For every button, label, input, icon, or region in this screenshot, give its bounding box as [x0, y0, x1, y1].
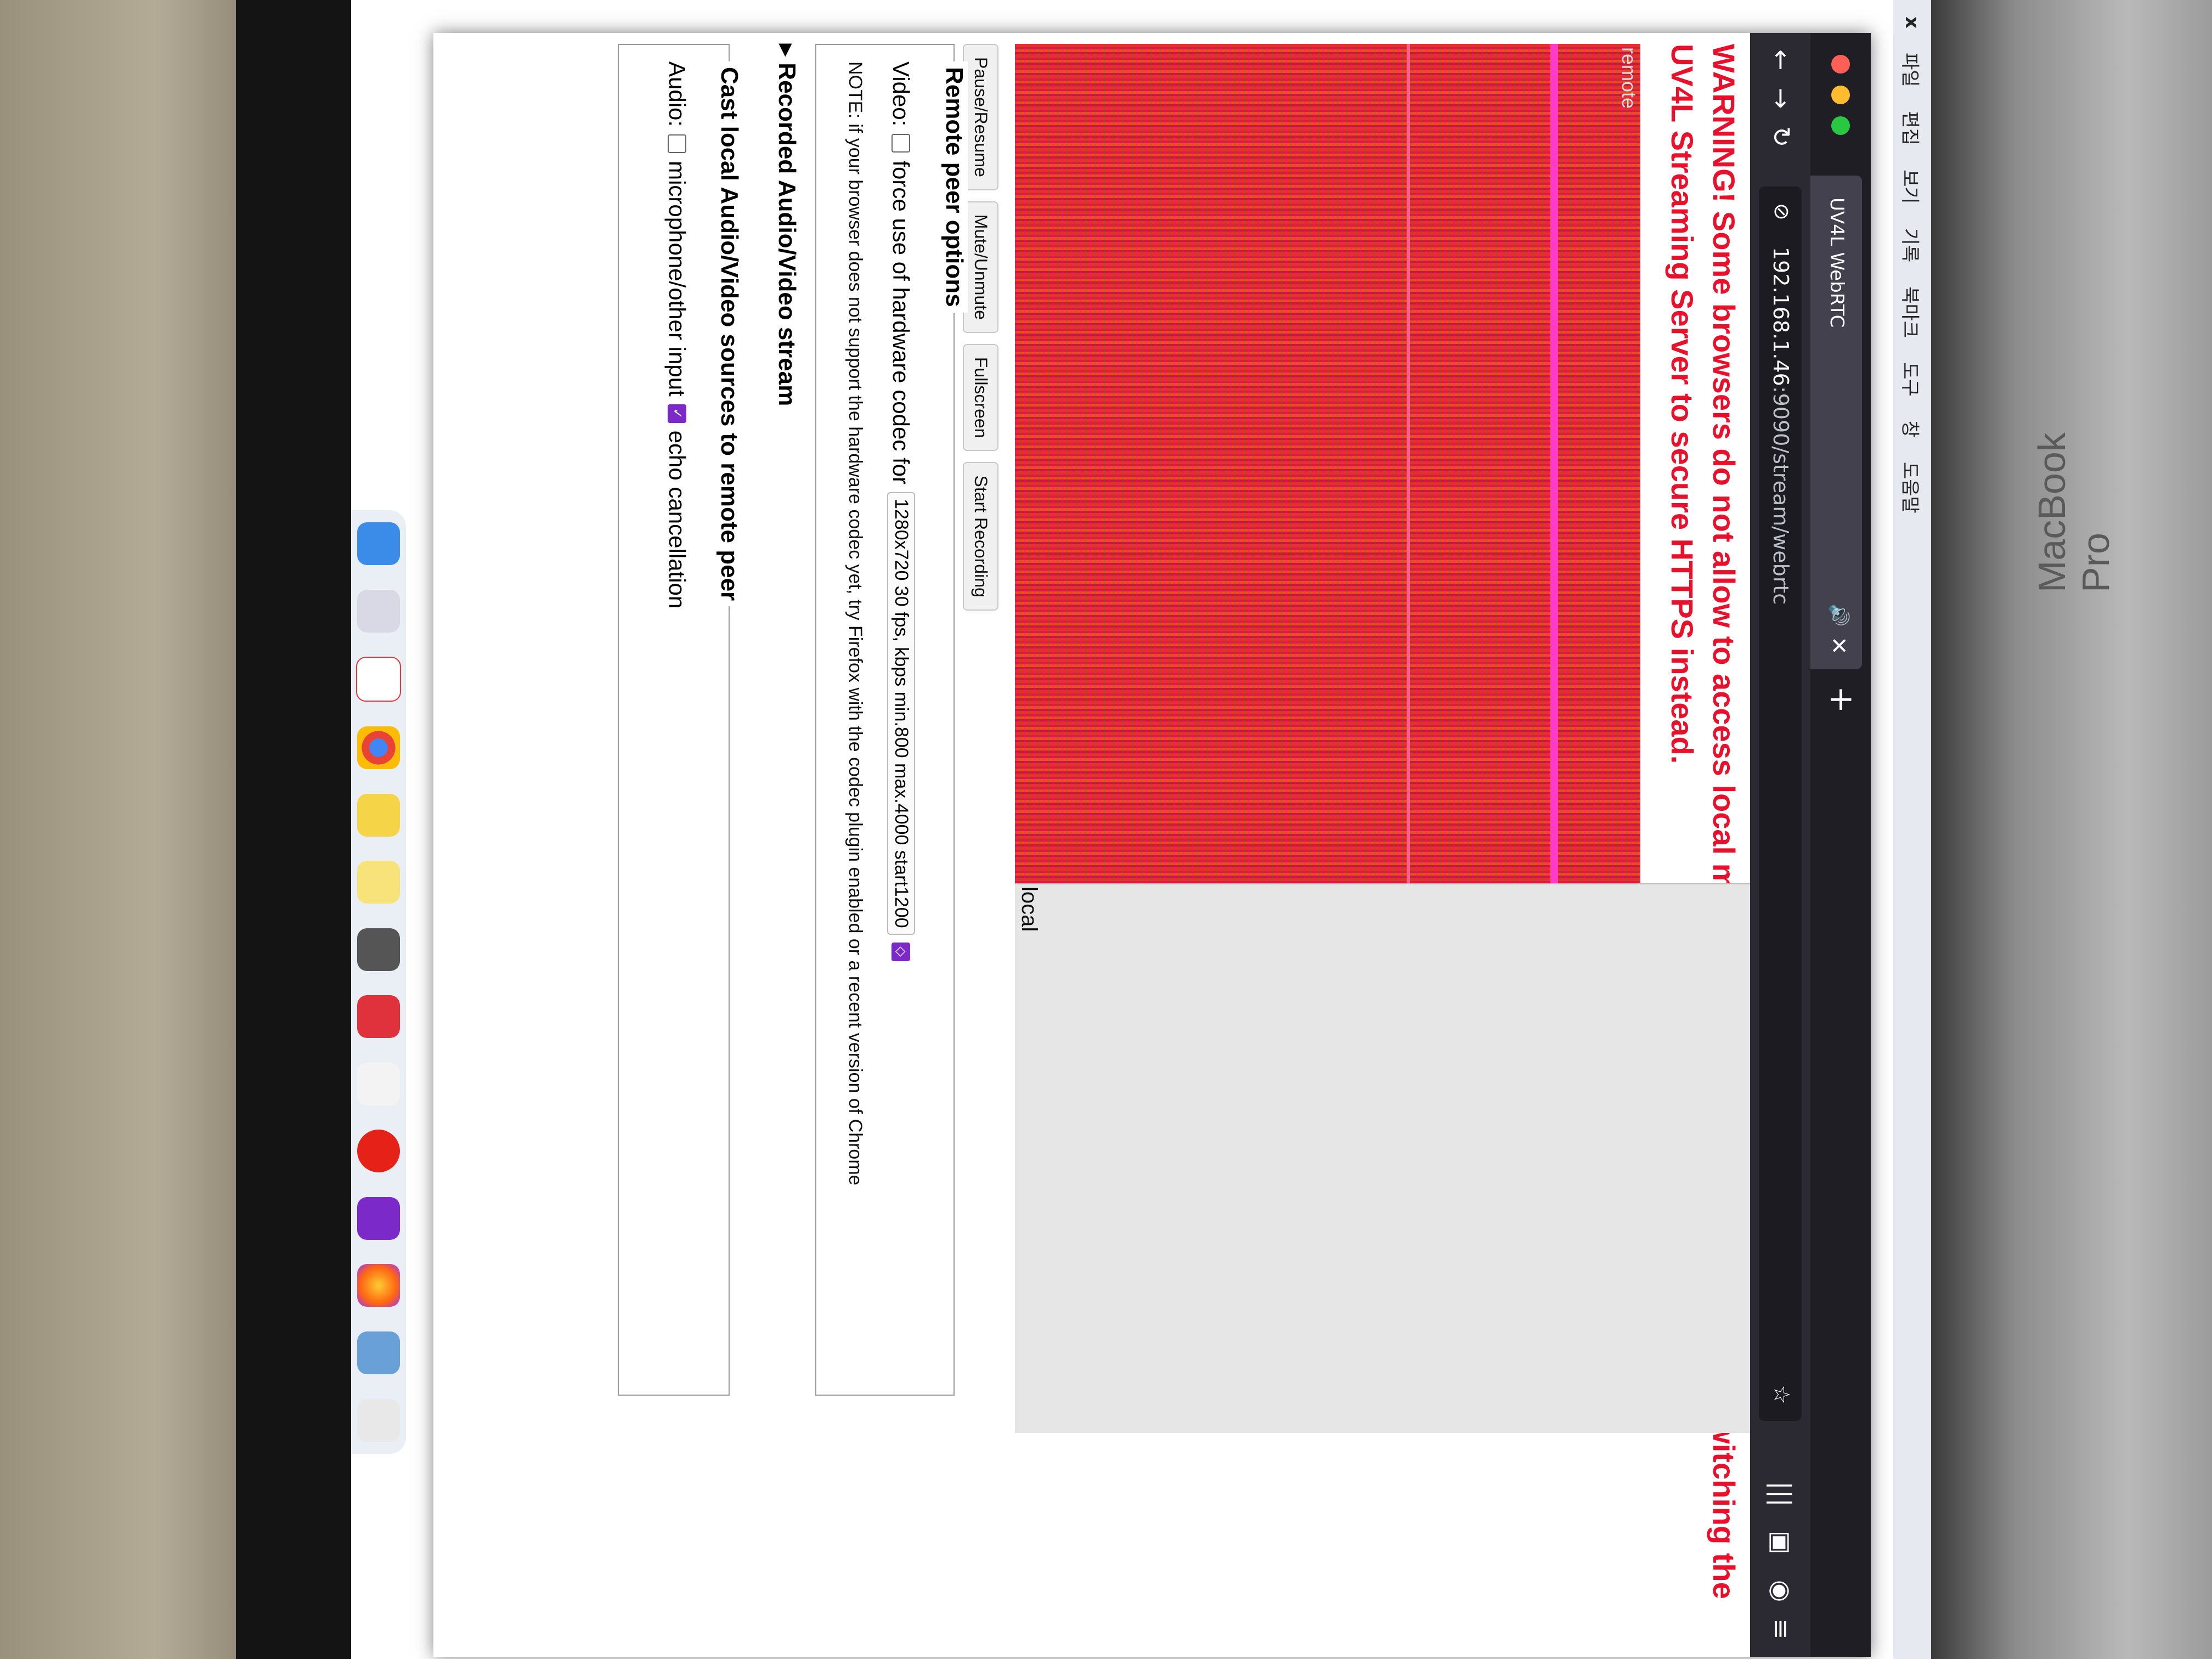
macbook-brand-label: MacBook Pro	[2030, 432, 2117, 592]
url-text: 192.168.1.46:9090/stream/webrtc	[1769, 247, 1793, 605]
echo-cancellation-label: echo cancellation	[664, 430, 690, 609]
local-video[interactable]	[1015, 883, 1750, 1433]
resolution-select[interactable]: 1280x720 30 fps, kbps min.800 max.4000 s…	[887, 492, 915, 935]
cast-local-sources: Cast local Audio/Video sources to remote…	[618, 44, 743, 1396]
menu-edit[interactable]: 편집	[1899, 111, 1926, 146]
menu-file[interactable]: 파일	[1899, 53, 1926, 87]
video-artifact-stripe	[1550, 44, 1558, 883]
onenote-icon[interactable]	[357, 1197, 400, 1240]
recorded-stream-toggle[interactable]: ▸ Recorded Audio/Video stream	[773, 44, 801, 406]
address-bar[interactable]: ⊘ 192.168.1.46:9090/stream/webrtc ☆	[1759, 187, 1802, 1421]
launchpad-icon[interactable]	[357, 589, 400, 633]
rotated-display: x 파일 편집 보기 기록 북마크 도구 창 도움말 UV4L WebRTC 🔊…	[351, 0, 1931, 1659]
microphone-checkbox[interactable]	[668, 134, 686, 154]
forward-icon[interactable]: →	[1767, 88, 1796, 109]
hw-codec-label: force use of hardware codec for	[888, 160, 915, 484]
video-artifact-stripe	[1407, 44, 1410, 883]
cast-local-legend: Cast local Audio/Video sources to remote…	[715, 61, 743, 607]
microphone-label: microphone/other input	[664, 161, 690, 397]
video-noise	[1015, 44, 1640, 883]
insecure-lock-icon[interactable]: ⊘	[1770, 203, 1794, 221]
audio-options-row: Audio: microphone/other input ✓ echo can…	[664, 61, 690, 608]
echo-cancellation-checkbox[interactable]: ✓	[668, 404, 686, 423]
remote-peer-options: Remote peer options Video: force use of …	[815, 44, 968, 1396]
hw-codec-checkbox[interactable]	[891, 134, 911, 153]
menu-history[interactable]: 기록	[1899, 228, 1926, 263]
remote-video[interactable]: remote	[1015, 44, 1640, 883]
tab-uv4l-webrtc[interactable]: UV4L WebRTC 🔊 ✕	[1810, 176, 1862, 669]
pause-resume-button[interactable]: Pause/Resume	[963, 44, 998, 190]
video-options-row: Video: force use of hardware codec for 1…	[887, 61, 915, 961]
url-path: :9090/stream/webrtc	[1769, 386, 1793, 605]
app-menu-icon[interactable]: ≡	[1767, 1618, 1796, 1640]
remote-video-label: remote	[1618, 47, 1640, 109]
menu-view[interactable]: 보기	[1899, 170, 1926, 204]
finder-icon[interactable]	[357, 522, 400, 566]
calendar-icon[interactable]	[356, 657, 401, 702]
speaker-icon[interactable]: 🔊	[1828, 603, 1850, 627]
stickies-icon[interactable]	[357, 861, 400, 904]
firefox-icon[interactable]	[357, 1264, 400, 1307]
sidebar-icon[interactable]: ▣	[1767, 1531, 1796, 1554]
apple-menu-icon[interactable]: x	[1901, 16, 1923, 29]
minimize-window-button[interactable]	[1831, 86, 1850, 104]
audio-label: Audio:	[664, 61, 690, 127]
library-icon[interactable]: |||	[1767, 1481, 1796, 1507]
close-window-button[interactable]	[1831, 55, 1850, 74]
tab-bar: UV4L WebRTC 🔊 ✕ +	[1810, 33, 1871, 1657]
drive-icon[interactable]	[357, 1062, 400, 1105]
tab-title: UV4L WebRTC	[1826, 198, 1848, 328]
chrome-icon[interactable]	[357, 726, 400, 769]
bookmark-star-icon[interactable]: ☆	[1769, 1385, 1794, 1404]
fullscreen-button[interactable]: Fullscreen	[963, 343, 998, 452]
menu-help[interactable]: 도움말	[1899, 462, 1926, 514]
dock	[351, 510, 406, 1454]
mute-unmute-button[interactable]: Mute/Unmute	[963, 201, 998, 333]
navigation-bar: ← → ↻ ⊘ 192.168.1.46:9090/stream/webrtc …	[1750, 33, 1810, 1657]
window-controls	[1831, 55, 1850, 135]
page-content: WARNING! Some browsers do not allow to a…	[433, 33, 1750, 1657]
laptop-body	[1931, 0, 2212, 1659]
laptop-screen: x 파일 편집 보기 기록 북마크 도구 창 도움말 UV4L WebRTC 🔊…	[351, 0, 1931, 1659]
background-wall	[0, 0, 258, 1659]
word-icon[interactable]	[357, 995, 400, 1039]
new-tab-button[interactable]: +	[1822, 686, 1861, 713]
url-host: 192.168.1.46	[1769, 247, 1793, 386]
video-controls: Pause/Resume Mute/Unmute Fullscreen Star…	[963, 44, 998, 611]
notes-icon[interactable]	[357, 793, 400, 837]
firefox-window: UV4L WebRTC 🔊 ✕ + ← → ↻ ⊘ 192.168.1.46:9…	[433, 33, 1871, 1657]
trash-icon[interactable]	[357, 1398, 400, 1442]
account-icon[interactable]: ◉	[1767, 1580, 1796, 1602]
video-label: Video:	[888, 61, 915, 127]
local-video-label: local	[1017, 887, 1041, 932]
close-tab-icon[interactable]: ✕	[1826, 636, 1851, 655]
select-stepper-icon[interactable]: ◇	[891, 942, 911, 961]
start-recording-button[interactable]: Start Recording	[963, 462, 998, 611]
calculator-icon[interactable]	[357, 928, 400, 971]
reload-icon[interactable]: ↻	[1767, 126, 1796, 148]
menu-window[interactable]: 창	[1899, 421, 1926, 438]
menu-bookmarks[interactable]: 북마크	[1899, 286, 1926, 338]
menu-bar: x 파일 편집 보기 기록 북마크 도구 창 도움말	[1893, 0, 1931, 1659]
menu-tools[interactable]: 도구	[1899, 362, 1926, 397]
zoom-window-button[interactable]	[1831, 116, 1850, 135]
remote-peer-options-legend: Remote peer options	[940, 61, 968, 313]
codec-note: NOTE: if your browser does not support t…	[845, 61, 866, 1186]
youtube-icon[interactable]	[357, 1130, 400, 1173]
back-icon[interactable]: ←	[1767, 49, 1796, 71]
preview-icon[interactable]	[357, 1331, 400, 1375]
